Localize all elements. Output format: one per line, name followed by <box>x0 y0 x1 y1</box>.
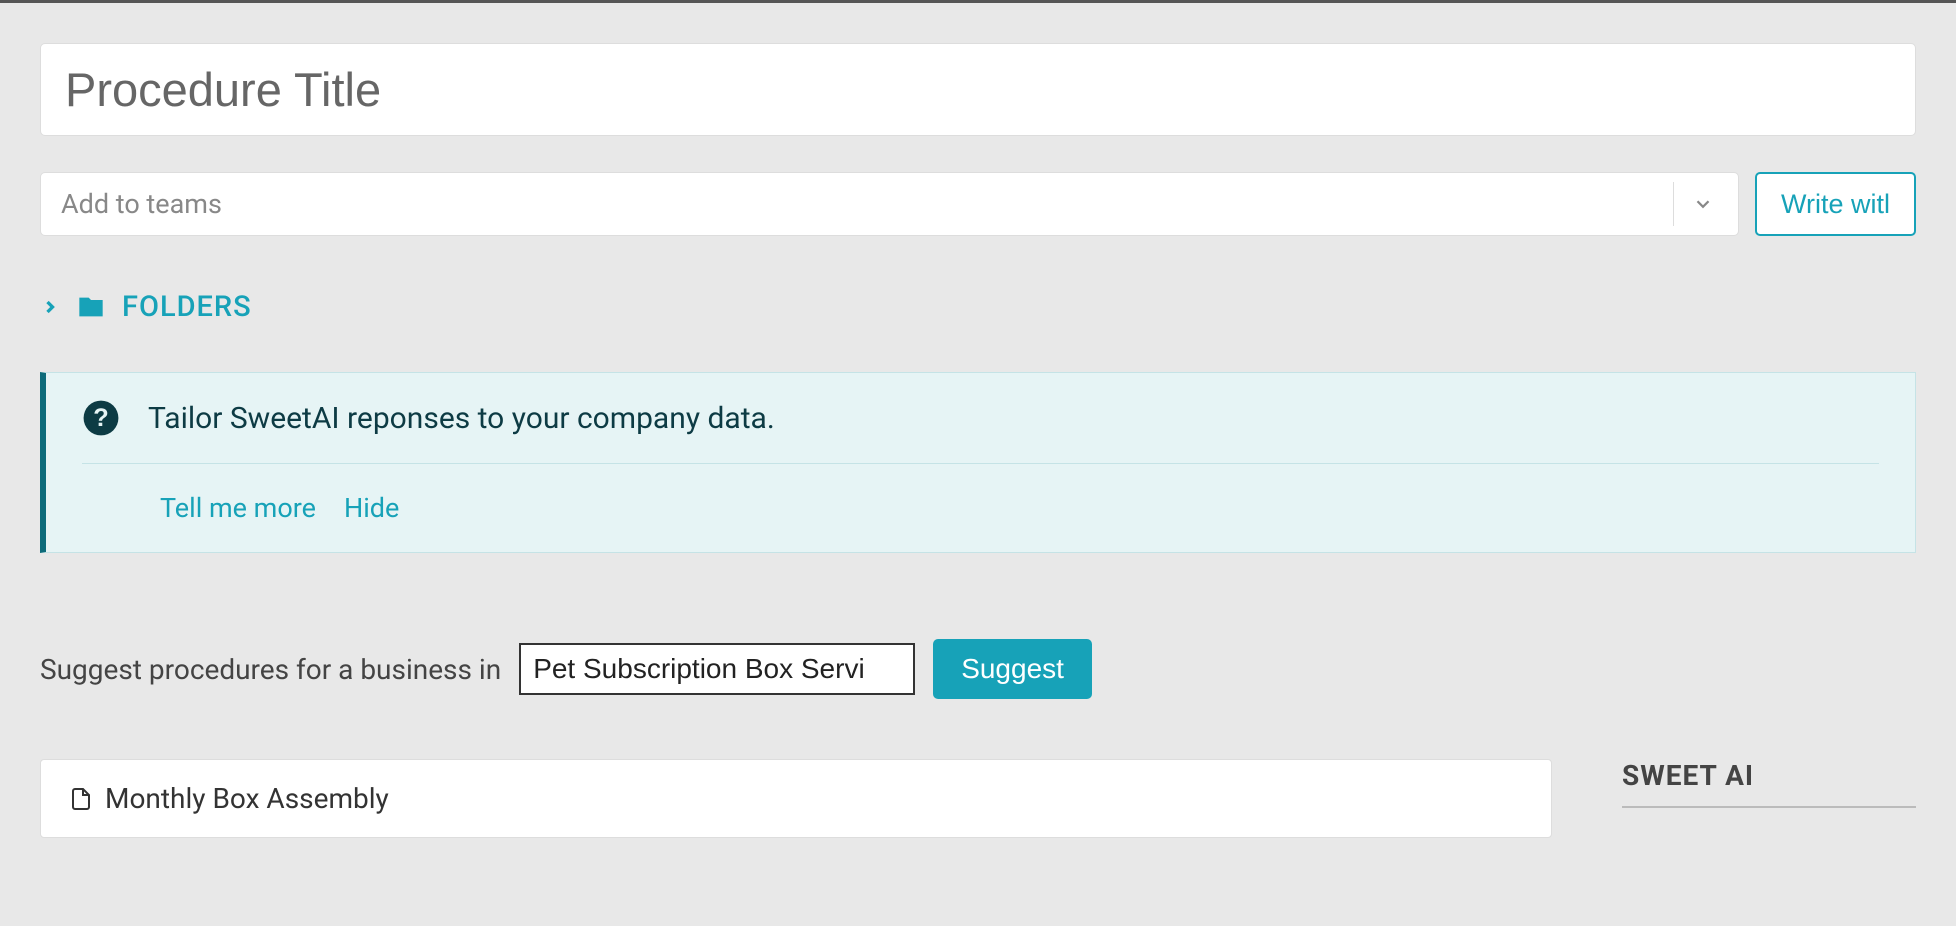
procedure-title-input[interactable] <box>40 43 1916 136</box>
write-with-ai-button[interactable]: Write witl <box>1755 172 1916 236</box>
folder-icon <box>74 293 108 321</box>
document-icon <box>69 784 93 814</box>
hide-banner-link[interactable]: Hide <box>344 492 399 524</box>
business-input[interactable] <box>519 643 915 695</box>
chevron-right-icon <box>40 294 60 320</box>
svg-text:?: ? <box>93 404 108 432</box>
sweetai-banner: ? Tailor SweetAI reponses to your compan… <box>40 372 1916 553</box>
question-circle-icon: ? <box>82 399 120 437</box>
procedure-card[interactable]: Monthly Box Assembly <box>40 759 1552 838</box>
sweetai-panel: SWEET AI <box>1622 759 1916 808</box>
tell-me-more-link[interactable]: Tell me more <box>160 492 316 524</box>
chevron-down-icon <box>1673 182 1732 226</box>
banner-text: Tailor SweetAI reponses to your company … <box>148 401 775 436</box>
folders-toggle[interactable]: FOLDERS <box>40 290 1916 324</box>
teams-placeholder: Add to teams <box>61 188 222 220</box>
folders-label: FOLDERS <box>122 290 252 324</box>
sweetai-heading: SWEET AI <box>1622 759 1916 808</box>
suggest-label: Suggest procedures for a business in <box>40 653 501 686</box>
procedure-card-title: Monthly Box Assembly <box>105 782 389 815</box>
suggest-button[interactable]: Suggest <box>933 639 1092 699</box>
add-to-teams-select[interactable]: Add to teams <box>40 172 1739 236</box>
